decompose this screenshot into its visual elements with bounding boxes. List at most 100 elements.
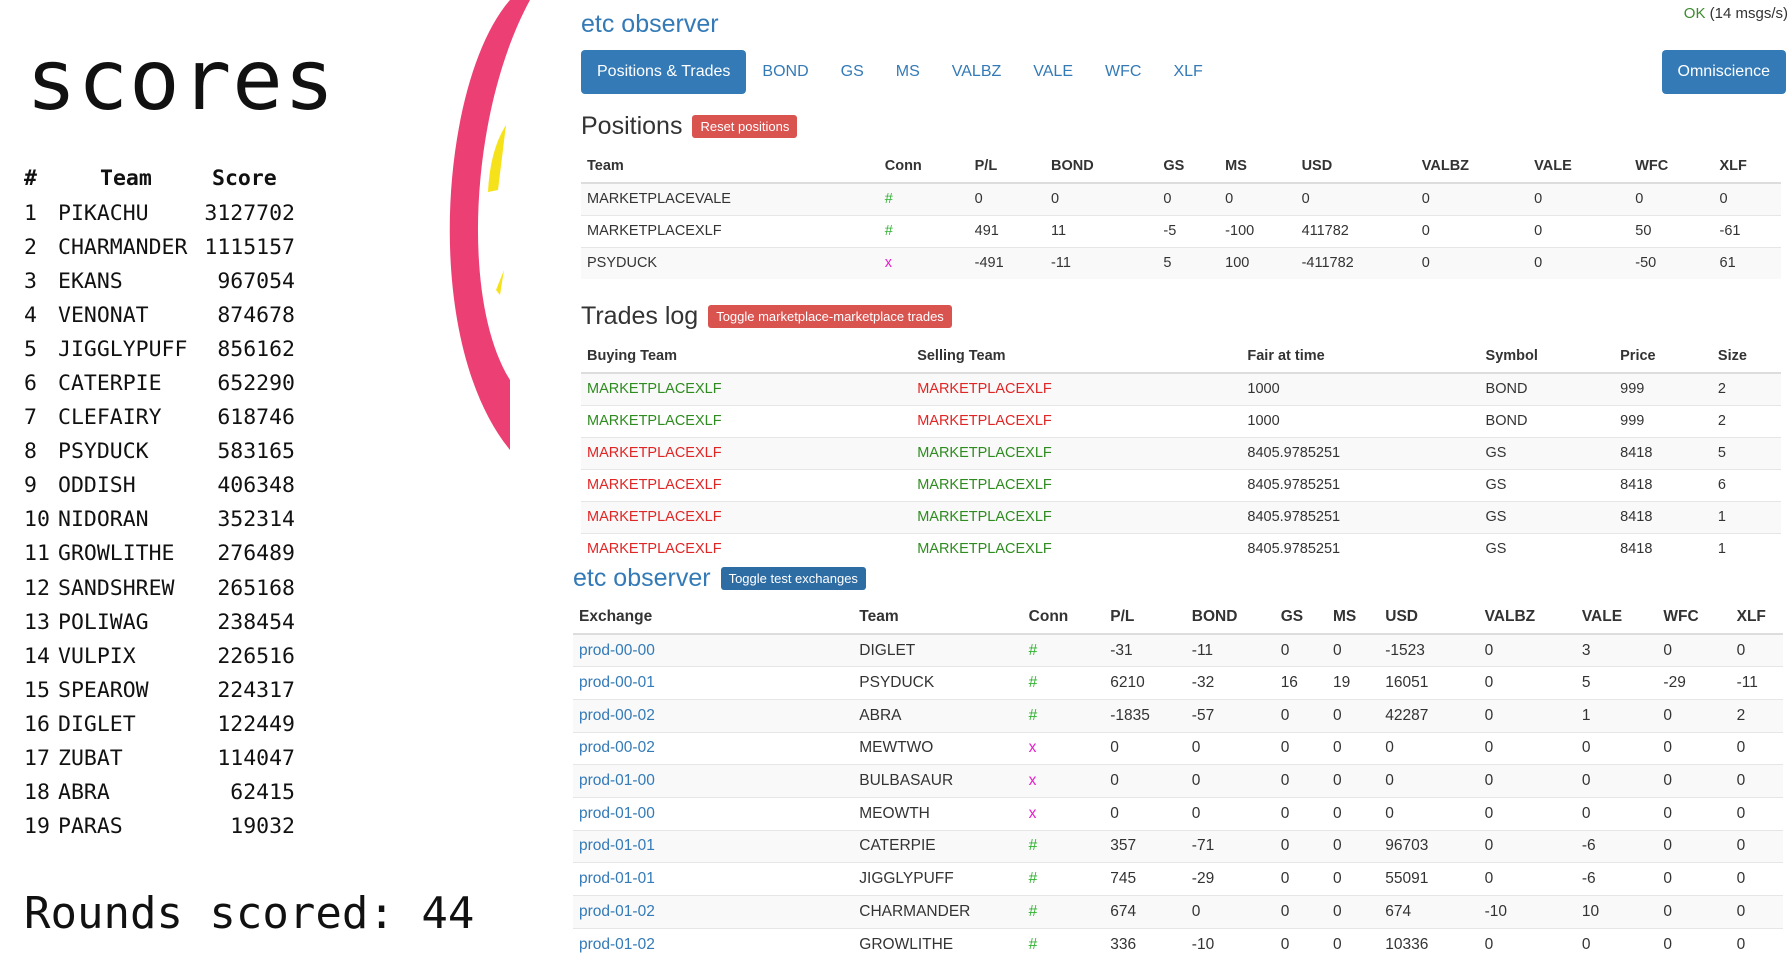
exchange-link[interactable]: prod-01-01 bbox=[573, 829, 854, 863]
position-value-cell: -50 bbox=[1629, 246, 1714, 279]
rank-cell: 18 bbox=[24, 780, 50, 806]
reset-positions-button[interactable]: Reset positions bbox=[692, 115, 798, 138]
positions-header-row: Team Conn P/L BOND GS MS USD VALBZ VALE WFC XLF bbox=[581, 150, 1781, 184]
scoreboard-row: 3 EKANS 967054 bbox=[24, 264, 295, 298]
position-value-cell: 0 bbox=[1478, 764, 1576, 798]
exchange-link[interactable]: prod-01-01 bbox=[573, 862, 854, 896]
scoreboard-row: 13 POLIWAG 238454 bbox=[24, 605, 295, 639]
position-value-cell: -1835 bbox=[1104, 698, 1186, 733]
observer-panel-omniscience: etc observer Toggle test exchanges Excha… bbox=[570, 560, 1792, 978]
exchange-link[interactable]: prod-01-00 bbox=[573, 796, 854, 831]
nav-tab[interactable]: WFC bbox=[1089, 50, 1157, 94]
omniscience-row: prod-01-00 BULBASAUR x 0 0 0 0 0 0 0 0 0 bbox=[573, 764, 1783, 798]
scoreboard: scores # Team Score 1 PIKACHU 3127702 2 CHAR… bbox=[0, 0, 480, 978]
selling-team-cell: MARKETPLACEXLF bbox=[911, 372, 1242, 405]
exchange-link[interactable]: prod-01-02 bbox=[573, 895, 854, 929]
nav-tab[interactable]: XLF bbox=[1157, 50, 1218, 94]
nav-tab[interactable]: GS bbox=[825, 50, 880, 94]
position-value-cell: -411782 bbox=[1295, 246, 1416, 279]
position-value-cell: 0 bbox=[1415, 182, 1529, 215]
team-cell: CATERPIE bbox=[58, 371, 162, 397]
exchange-link[interactable]: prod-00-02 bbox=[573, 731, 854, 765]
score-cell: 967054 bbox=[217, 268, 295, 294]
pink-arc bbox=[449, 0, 530, 450]
buying-team-cell: MARKETPLACEXLF bbox=[581, 436, 912, 469]
team-cell: VENONAT bbox=[58, 302, 149, 328]
symbol-cell: GS bbox=[1479, 500, 1615, 533]
toggle-test-exchanges-button[interactable]: Toggle test exchanges bbox=[720, 567, 866, 590]
trades-header-row: Buying Team Selling Team Fair at time Symbo… bbox=[581, 340, 1781, 374]
score-cell: 265168 bbox=[217, 575, 295, 601]
exchange-link[interactable]: prod-00-00 bbox=[573, 633, 854, 667]
exchange-link[interactable]: prod-01-00 bbox=[573, 764, 854, 798]
rounds-scored: Rounds scored: 44 bbox=[24, 888, 475, 939]
position-value-cell: 0 bbox=[1045, 182, 1158, 215]
position-value-cell: 674 bbox=[1379, 895, 1479, 929]
rank-cell: 3 bbox=[24, 268, 37, 294]
team-cell: PARAS bbox=[58, 814, 123, 840]
scoreboard-row: 4 VENONAT 874678 bbox=[24, 298, 295, 332]
nav-tab[interactable]: Positions & Trades bbox=[581, 50, 747, 94]
size-cell: 2 bbox=[1711, 404, 1781, 437]
toggle-marketplace-trades-button[interactable]: Toggle marketplace-marketplace trades bbox=[708, 305, 952, 328]
position-value-cell: -5 bbox=[1157, 214, 1220, 247]
position-value-cell: 0 bbox=[1104, 796, 1186, 831]
rank-header: # bbox=[24, 165, 37, 191]
rank-cell: 7 bbox=[24, 405, 37, 431]
rank-cell: 16 bbox=[24, 711, 50, 737]
observer2-brand[interactable]: etc observer bbox=[573, 564, 711, 593]
position-value-cell: 0 bbox=[1379, 796, 1479, 831]
trade-row: MARKETPLACEXLF MARKETPLACEXLF 8405.9785251… bbox=[581, 436, 1781, 469]
team-cell: DIGLET bbox=[853, 633, 1023, 667]
fair-cell: 8405.9785251 bbox=[1241, 436, 1480, 469]
omniscience-button[interactable]: Omniscience bbox=[1661, 50, 1786, 94]
conn-cell: # bbox=[1022, 895, 1105, 929]
conn-cell: x bbox=[1022, 796, 1105, 831]
rank-cell: 6 bbox=[24, 371, 37, 397]
score-cell: 1115157 bbox=[204, 234, 295, 260]
exchange-link[interactable]: prod-00-02 bbox=[573, 698, 854, 733]
nav-tab[interactable]: BOND bbox=[746, 50, 824, 94]
rank-cell: 13 bbox=[24, 609, 50, 635]
exchange-link[interactable]: prod-01-02 bbox=[573, 927, 854, 961]
positions-column-header: VALE bbox=[1528, 150, 1630, 184]
fair-cell: 8405.9785251 bbox=[1241, 500, 1480, 533]
position-value-cell: 674 bbox=[1104, 895, 1186, 929]
omniscience-column-header: VALBZ bbox=[1478, 601, 1576, 635]
nav-tab[interactable]: VALE bbox=[1017, 50, 1089, 94]
scoreboard-row: 5 JIGGLYPUFF 856162 bbox=[24, 332, 295, 366]
omniscience-column-header: XLF bbox=[1730, 601, 1783, 635]
position-value-cell: -29 bbox=[1185, 862, 1275, 896]
selling-team-cell: MARKETPLACEXLF bbox=[911, 404, 1242, 437]
position-value-cell: 0 bbox=[1274, 796, 1327, 831]
team-cell: CLEFAIRY bbox=[58, 405, 162, 431]
size-cell: 6 bbox=[1711, 468, 1781, 501]
trades-column-header: Buying Team bbox=[581, 340, 912, 374]
score-header: Score bbox=[212, 165, 277, 191]
nav-tab[interactable]: VALBZ bbox=[936, 50, 1018, 94]
rank-cell: 2 bbox=[24, 234, 37, 260]
score-cell: 618746 bbox=[217, 405, 295, 431]
nav-tab[interactable]: MS bbox=[880, 50, 936, 94]
position-value-cell: 0 bbox=[1478, 633, 1576, 667]
connection-status: OK (14 msgs/s) bbox=[1684, 5, 1788, 22]
position-value-cell: 0 bbox=[1274, 633, 1327, 667]
score-cell: 238454 bbox=[217, 609, 295, 635]
exchange-link[interactable]: prod-00-01 bbox=[573, 666, 854, 700]
position-value-cell: 0 bbox=[1326, 895, 1380, 929]
score-cell: 352314 bbox=[217, 507, 295, 533]
score-cell: 62415 bbox=[230, 780, 295, 806]
position-value-cell: 0 bbox=[1104, 731, 1186, 765]
observer-brand[interactable]: etc observer bbox=[581, 10, 719, 39]
scoreboard-row: 18 ABRA 62415 bbox=[24, 776, 295, 810]
position-value-cell: 0 bbox=[1379, 764, 1479, 798]
position-value-cell: 0 bbox=[1326, 764, 1380, 798]
score-cell: 19032 bbox=[230, 814, 295, 840]
omniscience-column-header: BOND bbox=[1185, 601, 1275, 635]
omniscience-header-row: Exchange Team Conn P/L BOND GS MS USD VALBZ VALE W… bbox=[573, 601, 1783, 635]
position-value-cell: 10 bbox=[1575, 895, 1658, 929]
position-value-cell: 0 bbox=[1478, 862, 1576, 896]
rank-cell: 12 bbox=[24, 575, 50, 601]
position-value-cell: 0 bbox=[1415, 214, 1529, 247]
omniscience-row: prod-00-00 DIGLET # -31 -11 0 0 -1523 0 3 0 0 bbox=[573, 633, 1783, 667]
